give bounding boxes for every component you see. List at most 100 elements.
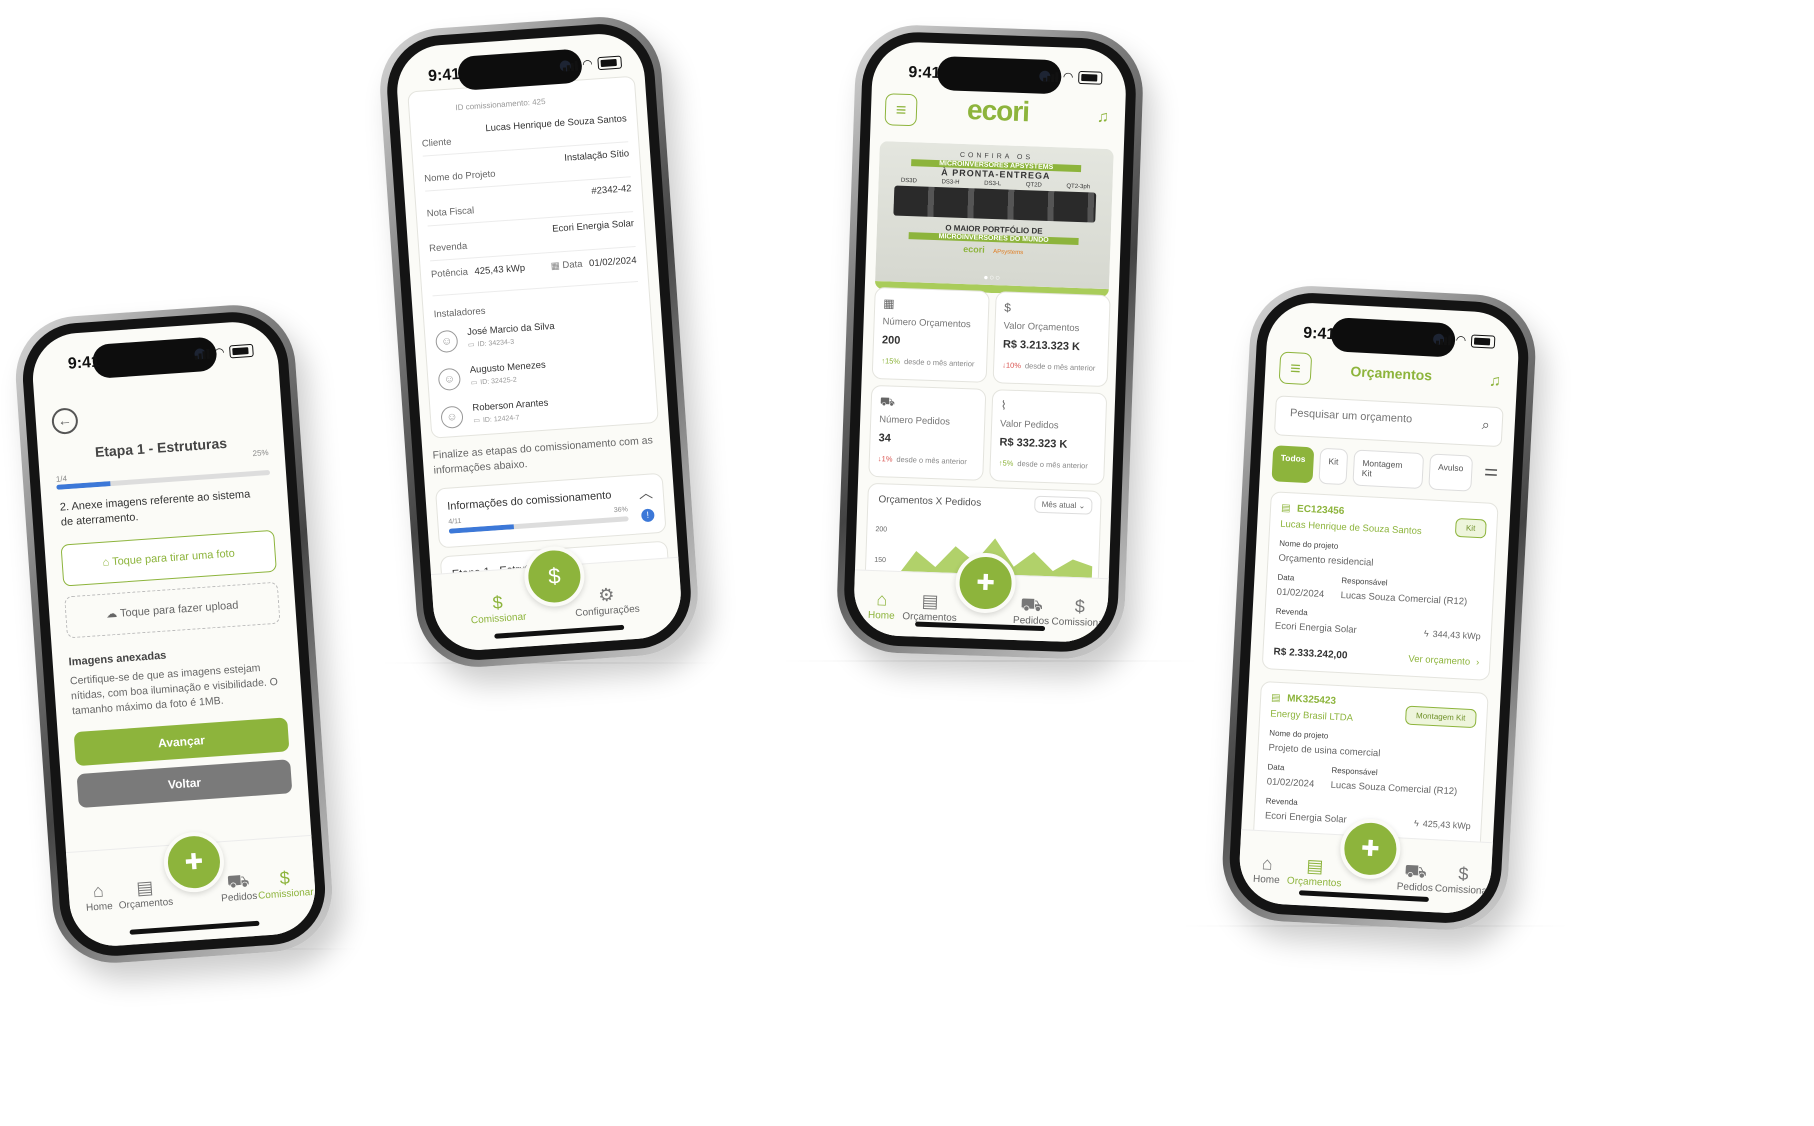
document-plus-icon: ✚ [975,569,996,596]
detail-label: Revenda [428,240,468,255]
detail-value: Ecori Energia Solar [551,218,635,235]
installer-id: ▭ ID: 32425-2 [470,376,517,387]
signal-icon [1435,333,1451,345]
stats-grid: ▦ Número Orçamentos 200 ↑15% desde o mês ant… [868,286,1111,486]
phone-commissioning-detail: 9:41 ◠ ID comissionamento: 425 Cliente Lu… [376,12,702,672]
info-progress-fill [448,524,514,534]
sliders-icon[interactable]: ⚌ [1483,460,1499,481]
battery-icon [1078,70,1103,85]
take-photo-button[interactable]: ⌂ Toque para tirar uma foto [60,529,277,587]
tab-comissionar[interactable]: $ Comissionar [1044,594,1115,629]
stat-delta-value: 15% [884,356,901,366]
tab-comissionar[interactable]: $ Comissionar [462,589,534,627]
id-card-icon: ▭ [473,417,481,425]
see-budget-link[interactable]: Ver orçamento › [1408,654,1479,669]
revenda-value: Ecori Energia Solar [1264,810,1348,826]
status-icons: ◠ [562,55,623,73]
responsible-value: Lucas Souza Comercial (R12) [1340,589,1468,608]
date-value: 01/02/2024 [1276,586,1325,601]
advance-button[interactable]: Avançar [73,717,290,767]
search-icon[interactable]: ⌕ [1481,416,1491,433]
upload-button[interactable]: ☁ Toque para fazer upload [64,581,281,639]
stat-delta: ↓1% desde o mês anterior [878,454,967,466]
chevron-right-icon: › [1475,657,1480,669]
signal-icon [194,347,210,360]
tab-comissionar[interactable]: $ Comissionar [249,864,318,902]
search-input[interactable] [1287,405,1473,430]
stat-delta-value: 1% [881,454,893,464]
date-label: Data [1267,762,1285,773]
tab-configuracoes[interactable]: ⚙ Configurações [571,581,643,619]
back-icon[interactable]: ← [51,407,79,435]
stat-value: 34 [878,432,892,445]
avatar-icon: ☺ [437,367,462,392]
battery-icon [597,55,623,70]
budget-code: MK325423 [1286,693,1337,707]
info-step: 4/11 [448,517,462,526]
filter-chip[interactable]: Montagem Kit [1352,449,1424,490]
bell-icon[interactable]: ♫ [1489,372,1502,391]
chart-filter-select[interactable]: Mês atual ⌄ [1034,495,1093,515]
budget-code: EC123456 [1296,503,1345,518]
detail-label: Cliente [421,136,452,150]
potencia-row: Potência 425,43 kWp ▦ Data 01/02/2024 [430,255,639,297]
calculator-icon: ▦ [883,296,895,311]
project-value: Orçamento residencial [1278,552,1374,569]
status-time: 9:41 [1302,324,1336,344]
banner-model: QT2-3ph [1066,183,1091,191]
stat-delta-value: 5% [1002,458,1014,468]
chart-icon: ⌇ [1000,398,1007,413]
stat-card[interactable]: ▦ Número Orçamentos 200 ↑15% desde o mês ant… [871,286,990,383]
stat-delta-suffix: desde o mês anterior [896,454,968,467]
stat-label: Número Orçamentos [882,316,971,331]
status-icons: ◠ [1042,69,1103,85]
info-accordion[interactable]: Informações do comissionamento ︿ 4/11 36… [434,472,667,549]
detail-value: Lucas Henrique de Souza Santos [485,113,628,135]
data-label: Data [562,258,583,272]
back-button[interactable]: Voltar [76,759,293,809]
budget-card[interactable]: ▤ EC123456 Lucas Henrique de Souza Santos K… [1261,491,1499,681]
data-value: 01/02/2024 [588,255,637,270]
stat-label: Valor Orçamentos [1003,320,1080,335]
page-title: Etapa 1 - Estruturas [94,434,228,461]
date-label: Data [1277,572,1295,583]
filter-chips: Todos Kit Montagem Kit Avulso [1271,445,1474,492]
filter-chip[interactable]: Todos [1271,445,1315,484]
stat-delta-suffix: desde o mês anterior [1017,459,1088,471]
stat-card[interactable]: $ Valor Orçamentos R$ 3.213.323 K ↓10% desde… [992,291,1111,388]
id-card-icon: ▭ [467,341,475,349]
document-plus-icon: ✚ [183,848,204,875]
phone-screen: 9:41 ◠ ≡ ecori ♫ CONFIRA OS MICROINVERSO… [852,40,1128,644]
power-row: ϟ 425,43 kWp [1414,818,1471,831]
stat-value: 200 [881,334,901,347]
banner-partner: APsystems [993,249,1024,257]
signal-icon [562,59,578,72]
budget-type-badge: Kit [1454,517,1487,539]
banner-model: DS3-H [941,179,960,186]
tab-bar: ⌂ Home ▤ Orçamentos ✚ ⛟ Pedidos $ Comissiona… [852,551,1109,644]
stat-card[interactable]: ⛟ Número Pedidos 34 ↓1% desde o mês anterior [868,384,987,481]
tab-orcamentos[interactable]: ▤ Orçamentos [1279,853,1351,890]
bell-icon[interactable]: ♫ [1097,109,1110,127]
battery-icon [228,343,254,358]
search-field[interactable]: ⌕ [1273,395,1504,448]
banner-model: DS3D [900,177,917,185]
filter-chip[interactable]: Avulso [1427,453,1474,492]
responsible-label: Responsável [1341,576,1388,588]
stat-label: Número Pedidos [879,414,951,428]
status-time: 9:41 [427,65,461,86]
stat-value: R$ 3.213.323 K [1002,338,1081,354]
installers-list: ☺ José Marcio da Silva ▭ ID: 34234-3 ☺ August… [434,313,648,441]
tab-comissionar[interactable]: $ Comissionar [1427,861,1499,898]
wifi-icon: ◠ [1062,69,1074,84]
microinverter-image [893,185,1097,223]
detail-label: Nome do Projeto [423,168,496,185]
installers-title: Instaladores [433,305,486,321]
tab-orcamentos[interactable]: ▤ Orçamentos [894,589,965,624]
budget-client: Energy Brasil LTDA [1270,708,1354,724]
phone-screen: 9:41 ◠ ID comissionamento: 425 Cliente Lu… [394,31,684,653]
filter-chip[interactable]: Kit [1318,447,1349,486]
stat-card[interactable]: ⌇ Valor Pedidos R$ 332.323 K ↑5% desde o mês… [989,389,1108,486]
finalize-text: Finalize as etapas do comissionamento co… [432,434,654,477]
chevron-up-icon[interactable]: ︿ [638,482,653,503]
